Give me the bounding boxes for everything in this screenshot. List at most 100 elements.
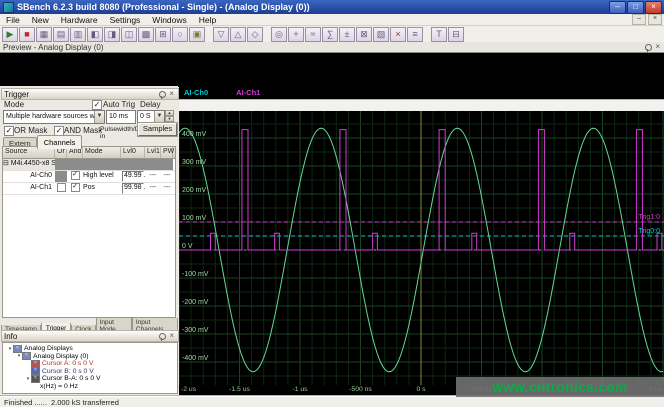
delete-icon[interactable]: ×: [390, 26, 406, 42]
svg-text:-400 mV: -400 mV: [182, 355, 209, 362]
export-icon[interactable]: △: [230, 26, 246, 42]
memory-setup-icon[interactable]: ▣: [189, 26, 205, 42]
import-icon[interactable]: ▽: [213, 26, 229, 42]
lvl0-cell[interactable]: 99.98 ...: [121, 183, 145, 194]
spin-down-icon[interactable]: ▼: [165, 116, 174, 122]
analog-display-icon[interactable]: ▦: [36, 26, 52, 42]
menu-item-settings[interactable]: Settings: [104, 15, 147, 25]
lvl0-cell[interactable]: 49.99 ...: [121, 171, 145, 182]
transfer-status: 2.000 kS transferred: [50, 398, 119, 407]
menu-item-help[interactable]: Help: [193, 15, 222, 25]
lvl0-value[interactable]: 99.98 ...: [122, 183, 145, 194]
group-label: ⊟ M4i.4450-x8 S...: [3, 159, 55, 170]
cursor-icon[interactable]: +: [288, 26, 304, 42]
and-cell[interactable]: ✓: [67, 183, 83, 194]
clock-setup-icon[interactable]: ○: [172, 26, 188, 42]
x-tick-label: -1 us: [292, 386, 308, 393]
average-icon[interactable]: ±: [339, 26, 355, 42]
menu-item-windows[interactable]: Windows: [146, 15, 192, 25]
channel-label-ai-ch1[interactable]: AI-Ch1: [236, 88, 260, 97]
mode-cell[interactable]: Pos: [83, 183, 121, 194]
overlay-icon[interactable]: ⊠: [356, 26, 372, 42]
menu-item-file[interactable]: File: [0, 15, 26, 25]
chevron-down-icon[interactable]: ▼: [154, 111, 164, 123]
auto-trig-timeout-field[interactable]: 10 ms: [106, 110, 136, 124]
lvl1-cell: ---: [149, 172, 157, 179]
app-icon: [3, 1, 14, 13]
close-button[interactable]: ×: [645, 0, 662, 14]
minimize-button[interactable]: –: [609, 0, 626, 14]
start-icon[interactable]: ▶: [2, 26, 18, 42]
output-channels-icon[interactable]: ◨: [104, 26, 120, 42]
stop-icon[interactable]: ■: [19, 26, 35, 42]
channel-label-ai-ch0[interactable]: AI-Ch0: [184, 88, 208, 97]
or-mask-label: OR Mask: [14, 126, 48, 135]
chevron-down-icon[interactable]: ▼: [94, 111, 104, 123]
table-row[interactable]: AI-Ch0 ✓High level49.99 ... --- ---: [3, 171, 175, 183]
info-view-icon[interactable]: ≡: [407, 26, 423, 42]
waveform-plot[interactable]: 400 mV 300 mV 200 mV 100 mV 0 V -100 mV -200 m…: [178, 111, 664, 385]
close-icon[interactable]: ×: [169, 332, 174, 340]
zoom-icon[interactable]: ◎: [271, 26, 287, 42]
layout-icon[interactable]: ⊟: [448, 26, 464, 42]
or-cell[interactable]: [55, 183, 67, 194]
tree-item[interactable]: ▾ ≈ Cursor B-A: 0 s 0 V: [3, 374, 177, 383]
pin-icon[interactable]: [159, 332, 167, 341]
x-tick-label: -1.5 us: [229, 386, 250, 393]
display-icon: ≈: [22, 352, 31, 361]
preview-waveform-strip[interactable]: [0, 52, 664, 88]
tab-channels[interactable]: Channels: [36, 135, 83, 149]
and-checkbox[interactable]: ✓: [70, 171, 80, 180]
svg-text:-200 mV: -200 mV: [182, 299, 209, 306]
tree-item[interactable]: ≈ Cursor A: 0 s 0 V: [3, 359, 177, 368]
trigger-panel: Trigger × Mode ✓ Auto Trig Delay Multipl…: [0, 86, 179, 396]
mode-cell[interactable]: High level: [83, 171, 121, 182]
trigger-mode-value: Multiple hardware sources with AND/OR: [6, 113, 104, 120]
trigger-setup-icon[interactable]: ⊞: [155, 26, 171, 42]
menu-item-hardware[interactable]: Hardware: [55, 15, 104, 25]
trigger-mode-select[interactable]: Multiple hardware sources with AND/OR ▼: [3, 110, 105, 124]
and-cell[interactable]: ✓: [67, 171, 83, 182]
svg-text:Trig1:0: Trig1:0: [638, 214, 660, 221]
or-cell[interactable]: [55, 171, 67, 182]
pin-icon[interactable]: [159, 90, 167, 99]
tree-item[interactable]: ▾ ≈ Analog Display (0): [3, 352, 177, 361]
channels-icon[interactable]: ▩: [138, 26, 154, 42]
card-icon[interactable]: ▥: [70, 26, 86, 42]
input-channels-icon[interactable]: ◧: [87, 26, 103, 42]
save-icon[interactable]: ◇: [247, 26, 263, 42]
or-checkbox[interactable]: [56, 183, 66, 192]
lvl0-value[interactable]: 49.99 ...: [122, 171, 145, 182]
text-icon[interactable]: T: [431, 26, 447, 42]
tree-item[interactable]: x(Hz) = 0 Hz: [3, 383, 177, 391]
digital-display-icon[interactable]: ▤: [53, 26, 69, 42]
maximize-button[interactable]: □: [627, 0, 644, 14]
close-icon[interactable]: ×: [169, 90, 174, 98]
preview-title: Preview - Analog Display (0): [3, 42, 104, 52]
svg-text:-100 mV: -100 mV: [182, 271, 209, 278]
ab-switch-icon[interactable]: ◫: [121, 26, 137, 42]
pin-icon[interactable]: [645, 43, 653, 52]
channel-label-bar: AI-Ch0 AI-Ch1: [179, 86, 664, 99]
table-group-row[interactable]: ⊟ M4i.4450-x8 S...: [3, 159, 175, 171]
and-checkbox[interactable]: ✓: [70, 183, 80, 192]
auto-trig-checkbox[interactable]: ✓: [92, 100, 102, 110]
delay-spinner[interactable]: ▲ ▼: [165, 110, 174, 122]
display-icon: ≈: [13, 344, 22, 353]
close-icon[interactable]: ×: [655, 43, 660, 51]
table-header-row: Source Or And Mode Lvl0 Lvl1 PW: [3, 147, 175, 159]
svg-text:0 V: 0 V: [182, 243, 193, 250]
fft-icon[interactable]: ≈: [305, 26, 321, 42]
child-close-button[interactable]: ×: [648, 14, 662, 25]
samples-button[interactable]: Samples: [138, 123, 177, 136]
child-minimize-button[interactable]: –: [632, 14, 646, 25]
delay-select[interactable]: 0 S ▼: [137, 110, 165, 124]
svg-text:400 mV: 400 mV: [182, 131, 206, 138]
block-icon[interactable]: ▧: [373, 26, 389, 42]
table-row[interactable]: AI-Ch1 ✓Pos99.98 ... --- ---: [3, 183, 175, 195]
group-fill: [55, 159, 173, 170]
auto-trig-label: Auto Trig: [103, 100, 136, 109]
calculation-icon[interactable]: ∑: [322, 26, 338, 42]
tree-item[interactable]: ≈ Cursor B: 0 s 0 V: [3, 367, 177, 376]
menu-item-new[interactable]: New: [26, 15, 55, 25]
